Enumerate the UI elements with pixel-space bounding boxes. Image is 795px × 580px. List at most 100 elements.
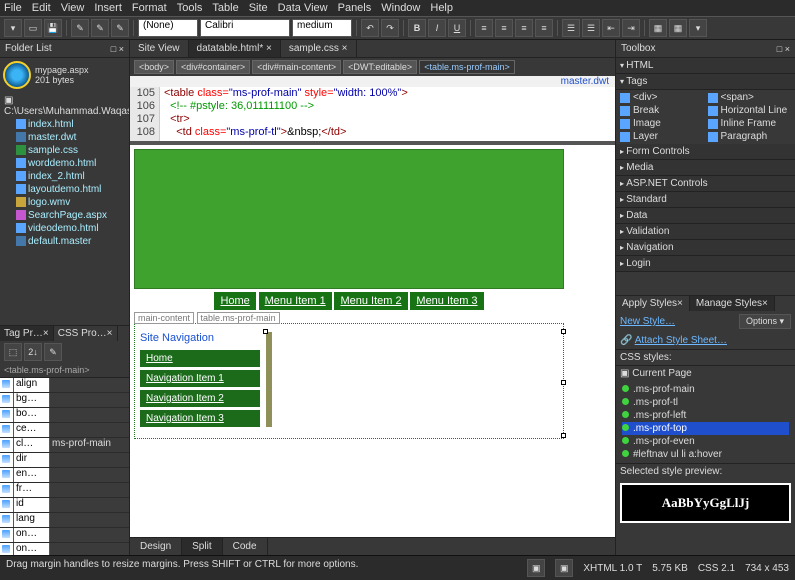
property-row[interactable]: on… <box>0 543 129 555</box>
menu-link[interactable]: Home <box>214 292 255 310</box>
toolbox-item[interactable]: Layer <box>620 131 704 142</box>
size-select[interactable]: medium <box>292 19 352 37</box>
breadcrumb-item[interactable]: <body> <box>134 60 174 74</box>
property-row[interactable]: ce… <box>0 423 129 438</box>
css-rule-item[interactable]: #leftnav ul li a:hover <box>622 448 789 461</box>
property-row[interactable]: bg… <box>0 393 129 408</box>
align-left-button[interactable]: ≡ <box>475 19 493 37</box>
breadcrumb-item[interactable]: <table.ms-prof-main> <box>419 60 515 74</box>
underline-button[interactable]: U <box>448 19 466 37</box>
folder-root[interactable]: ▣ C:\Users\Muhammad.Waqas <box>2 94 127 118</box>
border-button[interactable]: ▦ <box>649 19 667 37</box>
property-row[interactable]: dir <box>0 453 129 468</box>
tag-tab[interactable]: CSS Pro…× <box>54 326 118 341</box>
breadcrumb-item[interactable]: <DWT:editable> <box>343 60 417 74</box>
toolbox-group[interactable]: Data <box>616 208 795 224</box>
tag-tool-btn[interactable]: ✎ <box>44 343 62 361</box>
toolbox-item[interactable]: Image <box>620 118 704 129</box>
toolbox-group[interactable]: Validation <box>616 224 795 240</box>
nav-link[interactable]: Navigation Item 3 <box>140 410 260 427</box>
nav-link[interactable]: Home <box>140 350 260 367</box>
ms-prof-table[interactable] <box>266 332 272 427</box>
nav-link[interactable]: Navigation Item 1 <box>140 370 260 387</box>
css-rule-item[interactable]: .ms-prof-top <box>622 422 789 435</box>
document-tab[interactable]: sample.css × <box>281 40 357 57</box>
bold-button[interactable]: B <box>408 19 426 37</box>
toolbox-group[interactable]: HTML <box>616 58 795 74</box>
menu-panels[interactable]: Panels <box>338 2 372 14</box>
file-item[interactable]: SearchPage.aspx <box>2 209 127 222</box>
menu-help[interactable]: Help <box>430 2 453 14</box>
open-button[interactable]: ▭ <box>24 19 42 37</box>
menu-format[interactable]: Format <box>132 2 167 14</box>
file-item[interactable]: default.master <box>2 235 127 248</box>
menu-insert[interactable]: Insert <box>94 2 122 14</box>
breadcrumb-item[interactable]: <div#container> <box>176 60 250 74</box>
menu-tools[interactable]: Tools <box>177 2 203 14</box>
options-button[interactable]: Options ▾ <box>739 314 791 329</box>
close-icon[interactable]: □ × <box>777 44 790 54</box>
new-style-link[interactable]: New Style… <box>620 316 675 327</box>
styles-tab[interactable]: Manage Styles × <box>690 296 775 311</box>
file-item[interactable]: index.html <box>2 118 127 131</box>
toolbox-group[interactable]: ASP.NET Controls <box>616 176 795 192</box>
close-icon[interactable]: × <box>266 43 272 54</box>
editable-region[interactable]: Site Navigation HomeNavigation Item 1Nav… <box>134 323 564 439</box>
toolbox-group[interactable]: Navigation <box>616 240 795 256</box>
toolbox-item[interactable]: Paragraph <box>708 131 792 142</box>
file-item[interactable]: logo.wmv <box>2 196 127 209</box>
folder-tree[interactable]: ▣ C:\Users\Muhammad.Waqas index.htmlmast… <box>0 92 129 325</box>
align-right-button[interactable]: ≡ <box>515 19 533 37</box>
file-item[interactable]: layoutdemo.html <box>2 183 127 196</box>
property-row[interactable]: cl…ms-prof-main <box>0 438 129 453</box>
tag-tool-btn[interactable]: ⬚ <box>4 343 22 361</box>
file-item[interactable]: sample.css <box>2 144 127 157</box>
document-tab[interactable]: datatable.html* × <box>189 40 281 57</box>
css-rule-item[interactable]: .ms-prof-tl <box>622 396 789 409</box>
css-rule-item[interactable]: .ms-prof-left <box>622 409 789 422</box>
undo-button[interactable]: ↶ <box>361 19 379 37</box>
toolbox-item[interactable]: Break <box>620 105 704 116</box>
table-button[interactable]: ▦ <box>669 19 687 37</box>
menu-link[interactable]: Menu Item 1 <box>259 292 332 310</box>
outdent-button[interactable]: ⇤ <box>602 19 620 37</box>
css-rule-item[interactable]: .ms-prof-main <box>622 383 789 396</box>
toolbox-group[interactable]: Tags <box>616 74 795 90</box>
menu-window[interactable]: Window <box>381 2 420 14</box>
align-center-button[interactable]: ≡ <box>495 19 513 37</box>
breadcrumb-item[interactable]: <div#main-content> <box>252 60 341 74</box>
toolbox-item[interactable]: <span> <box>708 92 792 103</box>
toolbox-item[interactable]: Inline Frame <box>708 118 792 129</box>
redo-button[interactable]: ↷ <box>381 19 399 37</box>
toolbox-group[interactable]: Login <box>616 256 795 272</box>
file-item[interactable]: videodemo.html <box>2 222 127 235</box>
tool-btn[interactable]: ✎ <box>91 19 109 37</box>
menu-edit[interactable]: Edit <box>32 2 51 14</box>
file-item[interactable]: master.dwt <box>2 131 127 144</box>
list-button[interactable]: ☰ <box>582 19 600 37</box>
tag-tab[interactable]: Tag Pr…× <box>0 326 54 341</box>
tag-tool-btn[interactable]: 2↓ <box>24 343 42 361</box>
current-page-header[interactable]: ▣ Current Page <box>616 365 795 381</box>
save-button[interactable]: 💾 <box>44 19 62 37</box>
align-justify-button[interactable]: ≡ <box>535 19 553 37</box>
property-row[interactable]: align <box>0 378 129 393</box>
close-icon[interactable]: □ × <box>111 44 124 54</box>
code-pane[interactable]: 105106107108 <table class="ms-prof-main"… <box>130 87 615 145</box>
status-icon[interactable]: ▣ <box>555 559 573 577</box>
toolbox-group[interactable]: Standard <box>616 192 795 208</box>
menu-table[interactable]: Table <box>212 2 238 14</box>
italic-button[interactable]: I <box>428 19 446 37</box>
style-select[interactable]: (None) <box>138 19 198 37</box>
nav-link[interactable]: Navigation Item 2 <box>140 390 260 407</box>
menu-link[interactable]: Menu Item 2 <box>334 292 407 310</box>
tool-btn[interactable]: ✎ <box>71 19 89 37</box>
css-rule-item[interactable]: .ms-prof-even <box>622 435 789 448</box>
property-row[interactable]: id <box>0 498 129 513</box>
property-row[interactable]: lang <box>0 513 129 528</box>
attach-stylesheet-link[interactable]: Attach Style Sheet… <box>635 335 727 346</box>
file-item[interactable]: worddemo.html <box>2 157 127 170</box>
property-row[interactable]: bo… <box>0 408 129 423</box>
file-item[interactable]: index_2.html <box>2 170 127 183</box>
toolbox-item[interactable]: Horizontal Line <box>708 105 792 116</box>
